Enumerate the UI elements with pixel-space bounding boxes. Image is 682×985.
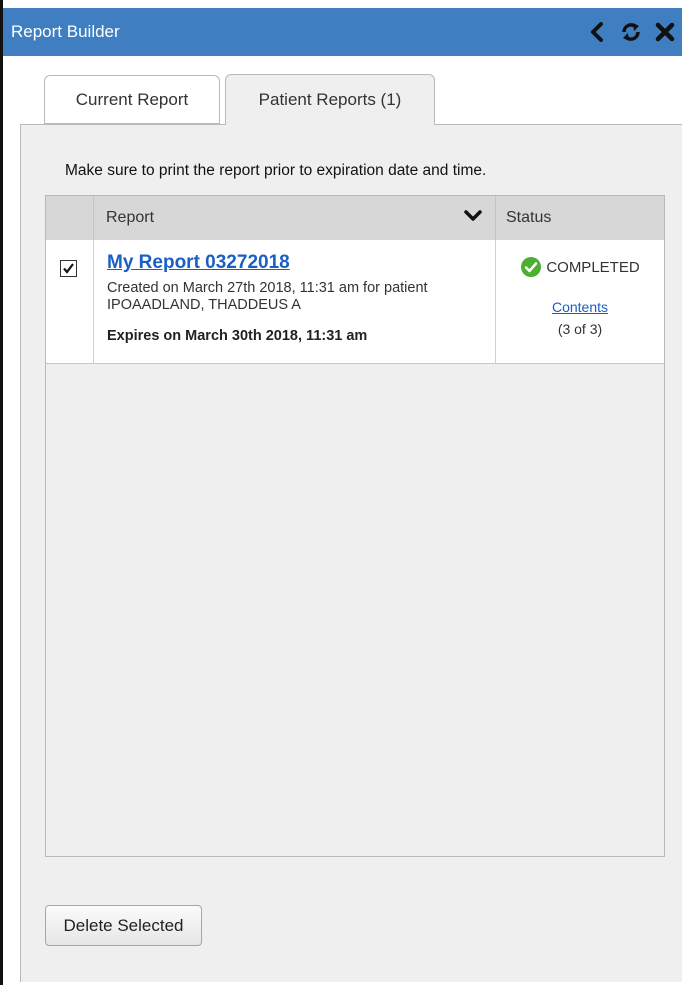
patient-reports-panel: Make sure to print the report prior to e…	[20, 124, 682, 982]
row-checkbox[interactable]	[60, 260, 77, 277]
refresh-icon[interactable]	[614, 15, 648, 49]
contents-link[interactable]: Contents	[552, 299, 608, 315]
header-status-label: Status	[506, 209, 552, 226]
status-badge: COMPLETED	[520, 256, 640, 278]
table-header: Report Status	[46, 196, 664, 240]
header-report-column[interactable]: Report	[94, 196, 496, 240]
reports-table: Report Status My Report 03272018 Created…	[45, 195, 665, 857]
status-cell: COMPLETED Contents (3 of 3)	[496, 240, 664, 363]
close-icon[interactable]	[648, 15, 682, 49]
chevron-down-icon[interactable]	[463, 209, 483, 228]
report-expires-text: Expires on March 30th 2018, 11:31 am	[107, 328, 368, 344]
back-chevron-icon[interactable]	[580, 15, 614, 49]
report-title-link[interactable]: My Report 03272018	[107, 252, 290, 274]
report-builder-window: Report Builder Current Report Patient Re…	[0, 0, 682, 985]
header-select-column	[46, 196, 94, 240]
table-row: My Report 03272018 Created on March 27th…	[46, 240, 664, 364]
tab-patient-reports[interactable]: Patient Reports (1)	[225, 74, 435, 125]
header-status-column: Status	[496, 196, 664, 240]
titlebar: Report Builder	[3, 8, 682, 56]
check-circle-icon	[521, 257, 542, 277]
contents-count: (3 of 3)	[557, 321, 603, 337]
header-report-label: Report	[106, 209, 155, 226]
status-text: COMPLETED	[546, 258, 640, 276]
tab-current-report[interactable]: Current Report	[44, 75, 220, 124]
print-notice: Make sure to print the report prior to e…	[65, 162, 487, 179]
window-title: Report Builder	[11, 22, 120, 41]
tab-label: Current Report	[75, 89, 189, 109]
select-cell	[46, 240, 94, 363]
tab-bar: Current Report Patient Reports (1)	[3, 74, 682, 125]
report-created-text: Created on March 27th 2018, 11:31 am for…	[107, 280, 428, 313]
tab-label: Patient Reports (1)	[258, 90, 402, 109]
delete-selected-button[interactable]: Delete Selected	[45, 905, 202, 946]
report-cell: My Report 03272018 Created on March 27th…	[94, 240, 496, 363]
